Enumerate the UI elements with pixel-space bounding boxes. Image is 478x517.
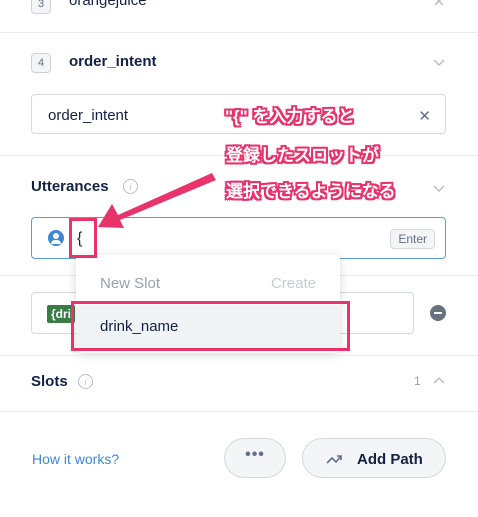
annotation-arrow [98,173,216,228]
